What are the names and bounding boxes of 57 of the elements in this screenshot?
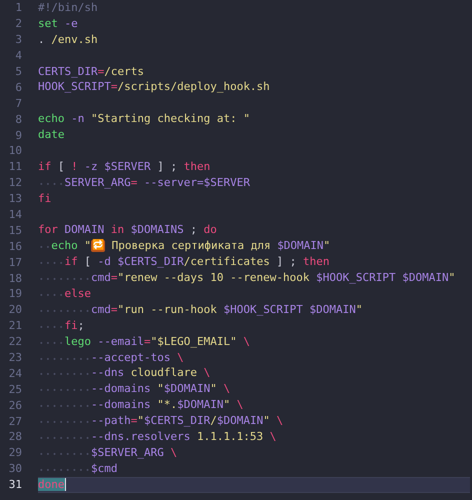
- code-line: CERTS_DIR=/certs: [38, 64, 144, 80]
- code-line: set -e: [38, 16, 78, 32]
- line-number: 30: [8, 462, 22, 476]
- code-line: for DOMAIN in $DOMAINS ; do: [38, 222, 217, 238]
- code-line: echo "🔁 Проверка сертификата для $DOMAIN": [38, 238, 330, 254]
- line-number: 9: [14, 128, 22, 142]
- line-number: 3: [14, 33, 22, 46]
- line-number: 17: [8, 256, 22, 269]
- line-number: 10: [8, 144, 22, 158]
- line-number: 19: [8, 287, 22, 300]
- line-number: 28: [8, 430, 22, 444]
- line-number: 15: [8, 224, 22, 237]
- code-line: $SERVER_ARG \: [38, 444, 178, 461]
- code-line: if [ -d $CERTS_DIR/certificates ] ; then: [38, 254, 330, 270]
- code-line: $cmd: [38, 460, 118, 477]
- line-number: 12: [8, 176, 22, 190]
- code-line: --path="$CERTS_DIR/$DOMAIN" \: [38, 413, 284, 430]
- line-number: 8: [14, 112, 22, 126]
- line-number: 21: [8, 319, 22, 332]
- line-number: 16: [8, 240, 22, 253]
- code-line: date: [38, 127, 64, 144]
- code-line: cmd="renew --days 10 --renew-hook $HOOK_SCRIPT $DOMAIN": [38, 270, 456, 286]
- line-number: 2: [14, 17, 22, 30]
- code-line: SERVER_ARG= --server=$SERVER: [38, 174, 250, 191]
- code-line: . /env.sh: [38, 32, 98, 48]
- code-line: --dns.resolvers 1.1.1.1:53 \: [38, 429, 276, 445]
- line-number: 18: [8, 272, 22, 285]
- code-line: lego --email="$LEGO_EMAIL" \: [38, 334, 250, 350]
- line-number: 29: [8, 446, 22, 460]
- code-line: #!/bin/sh: [38, 0, 98, 16]
- line-number: 1: [14, 1, 22, 14]
- line-number: 13: [8, 192, 22, 206]
- code-line: cmd="run --run-hook $HOOK_SCRIPT $DOMAIN": [38, 302, 363, 318]
- line-number: 25: [8, 382, 22, 396]
- code-line: echo -n "Starting checking at: ": [38, 111, 250, 128]
- line-number: 4: [14, 49, 22, 62]
- line-number: 5: [14, 65, 22, 78]
- line-number: 14: [8, 208, 22, 222]
- code-line: HOOK_SCRIPT=/scripts/deploy_hook.sh: [38, 79, 270, 96]
- line-number: 20: [8, 303, 22, 316]
- code-line: --domains "$DOMAIN" \: [38, 381, 230, 398]
- code-line: --accept-tos \: [38, 350, 184, 366]
- code-line: else: [38, 286, 91, 302]
- line-number: 26: [8, 398, 22, 412]
- code-line: fi;: [38, 318, 84, 334]
- line-number: 27: [8, 414, 22, 428]
- line-number: 6: [14, 80, 22, 94]
- code-line: --domains "*.$DOMAIN" \: [38, 397, 244, 414]
- code-line: if [ ! -z $SERVER ] ; then: [38, 158, 210, 175]
- line-number: 24: [8, 366, 22, 380]
- line-number: 23: [8, 351, 22, 364]
- code-line: --dns cloudflare \: [38, 365, 210, 382]
- line-number: 22: [8, 335, 22, 348]
- code-line: fi: [38, 190, 52, 207]
- line-number: 11: [8, 160, 22, 174]
- line-number: 31: [8, 478, 22, 492]
- line-number: 7: [14, 96, 22, 110]
